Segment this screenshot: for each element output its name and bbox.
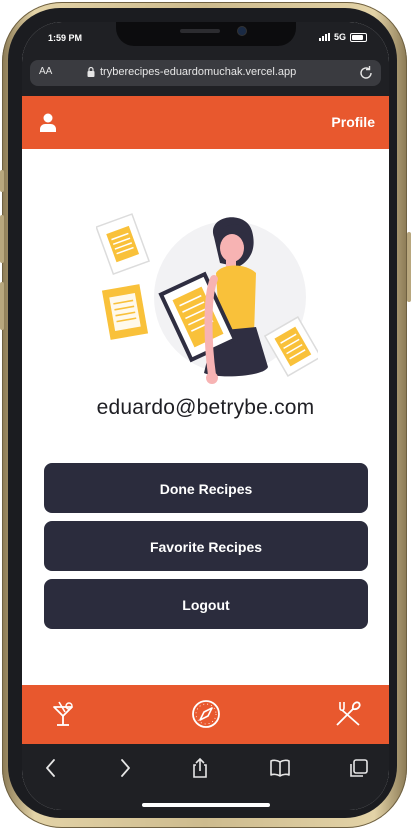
app-footer xyxy=(22,685,389,744)
home-indicator[interactable] xyxy=(142,803,270,807)
silent-switch xyxy=(0,170,4,192)
signal-icon xyxy=(318,33,330,41)
lock-icon xyxy=(87,66,95,77)
notch xyxy=(116,22,296,46)
status-time: 1:59 PM xyxy=(48,33,83,43)
user-email: eduardo@betrybe.com xyxy=(96,396,315,419)
url-text[interactable]: tryberecipes-eduardomuchak.vercel.app xyxy=(100,66,296,78)
page-title: Profile xyxy=(331,114,375,130)
share-icon[interactable] xyxy=(189,757,211,779)
done-recipes-button[interactable]: Done Recipes xyxy=(44,463,368,513)
woman-with-recipes-illustration xyxy=(96,213,318,384)
volume-down-button xyxy=(0,282,4,330)
logout-button[interactable]: Logout xyxy=(44,579,368,629)
profile-content: eduardo@betrybe.com Done Recipes Favorit… xyxy=(22,149,389,686)
profile-icon[interactable] xyxy=(39,113,57,132)
food-icon[interactable] xyxy=(332,698,364,730)
screen: 1:59 PM 5G AA tryberecipes-eduardomuchak… xyxy=(22,22,389,810)
status-bar: 1:59 PM 5G xyxy=(22,22,389,58)
favorite-recipes-button[interactable]: Favorite Recipes xyxy=(44,521,368,571)
battery-icon xyxy=(350,32,367,42)
app-header: Profile xyxy=(22,96,389,149)
forward-icon[interactable] xyxy=(114,757,136,779)
reload-icon[interactable] xyxy=(357,64,375,82)
explore-icon[interactable] xyxy=(190,698,222,730)
tabs-icon[interactable] xyxy=(348,757,370,779)
network-type: 5G xyxy=(333,32,346,42)
drink-icon[interactable] xyxy=(48,698,80,730)
browser-toolbar xyxy=(22,744,389,810)
volume-up-button xyxy=(0,215,4,263)
front-camera xyxy=(238,27,246,35)
browser-address-area: AA tryberecipes-eduardomuchak.vercel.app xyxy=(22,58,389,96)
bookmarks-icon[interactable] xyxy=(269,757,291,779)
power-button xyxy=(407,232,411,302)
text-size-button[interactable]: AA xyxy=(39,66,52,77)
address-bar[interactable]: AA tryberecipes-eduardomuchak.vercel.app xyxy=(30,60,381,86)
status-indicators: 5G xyxy=(318,32,367,42)
back-icon[interactable] xyxy=(40,757,62,779)
speaker xyxy=(180,29,220,33)
